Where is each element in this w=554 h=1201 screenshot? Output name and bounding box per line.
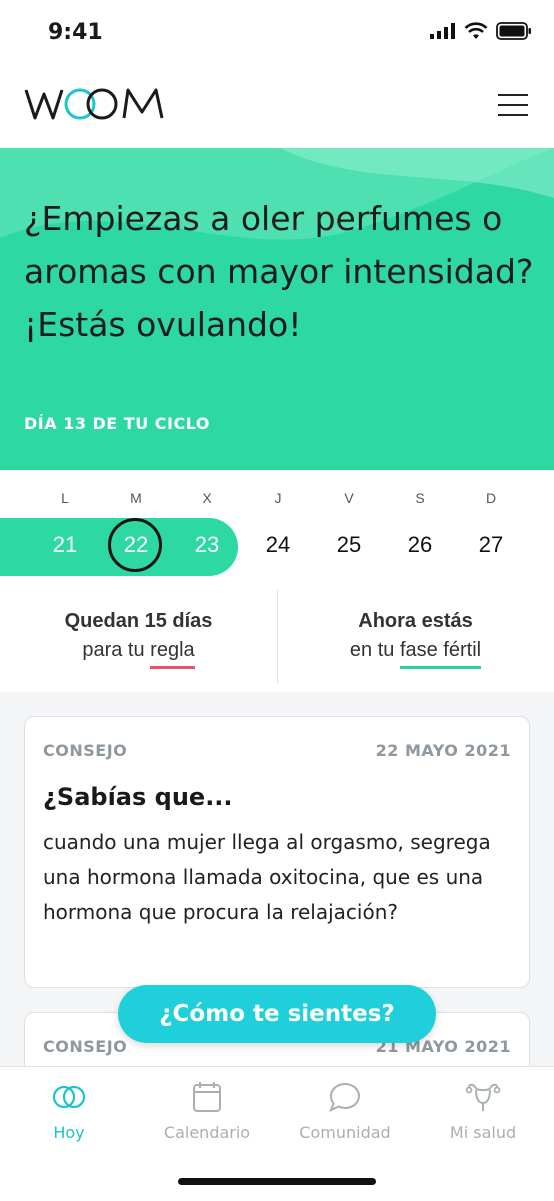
signal-icon bbox=[430, 23, 455, 39]
cycle-info: Quedan 15 días para tu regla Ahora estás… bbox=[0, 582, 554, 692]
tab-label: Hoy bbox=[53, 1123, 85, 1142]
status-time: 9:41 bbox=[48, 20, 103, 45]
card-tag: CONSEJO bbox=[43, 1037, 128, 1056]
app-header bbox=[0, 68, 554, 148]
period-link[interactable]: regla bbox=[150, 639, 195, 669]
tab-comunidad[interactable]: Comunidad bbox=[276, 1067, 414, 1167]
day-24[interactable]: 24 bbox=[253, 532, 303, 558]
tab-label: Mi salud bbox=[449, 1123, 517, 1142]
weekday-letter: L bbox=[61, 490, 69, 506]
day-27[interactable]: 27 bbox=[466, 532, 516, 558]
weekday-letter: M bbox=[130, 490, 142, 506]
menu-button[interactable] bbox=[498, 94, 528, 116]
day-23[interactable]: 23 bbox=[182, 532, 232, 558]
rings-icon bbox=[52, 1085, 86, 1109]
status-bar: 9:41 bbox=[0, 0, 554, 68]
tab-label: Comunidad bbox=[299, 1123, 391, 1142]
day-22-today[interactable]: 22 bbox=[111, 532, 161, 558]
hero-message: ¿Empiezas a oler perfumes o aromas con m… bbox=[24, 199, 534, 344]
how-do-you-feel-button[interactable]: ¿Cómo te sientes? bbox=[118, 985, 436, 1043]
card-title: ¿Sabías que... bbox=[43, 783, 233, 811]
tip-card[interactable]: CONSEJO 22 MAYO 2021 ¿Sabías que... cuan… bbox=[24, 716, 530, 988]
current-phase[interactable]: Ahora estás en tu fase fértil bbox=[277, 610, 554, 669]
wifi-icon bbox=[464, 22, 488, 39]
weekday-letter: S bbox=[415, 490, 425, 506]
weekday-letter: J bbox=[274, 490, 282, 506]
tab-mi-salud[interactable]: Mi salud bbox=[414, 1067, 552, 1167]
current-phase-title: Ahora estás bbox=[358, 610, 473, 632]
period-countdown-title: Quedan 15 días bbox=[64, 610, 213, 632]
battery-icon bbox=[496, 22, 531, 40]
uterus-icon bbox=[465, 1083, 501, 1111]
day-25[interactable]: 25 bbox=[324, 532, 374, 558]
calendar-icon bbox=[193, 1082, 221, 1112]
hero-banner: ¿Empiezas a oler perfumes o aromas con m… bbox=[0, 148, 554, 470]
card-tag: CONSEJO bbox=[43, 741, 128, 760]
hamburger-icon bbox=[498, 94, 528, 96]
period-countdown[interactable]: Quedan 15 días para tu regla bbox=[0, 610, 277, 669]
day-21[interactable]: 21 bbox=[40, 532, 90, 558]
home-indicator bbox=[178, 1178, 376, 1185]
card-date: 22 MAYO 2021 bbox=[375, 741, 511, 760]
weekday-letter: D bbox=[485, 490, 497, 506]
cycle-day-label: DÍA 13 DE TU CICLO bbox=[24, 414, 210, 433]
weekday-letter: X bbox=[202, 490, 212, 506]
card-body: cuando una mujer llega al orgasmo, segre… bbox=[43, 830, 491, 924]
day-26[interactable]: 26 bbox=[395, 532, 445, 558]
tab-label: Calendario bbox=[163, 1123, 251, 1142]
woom-logo bbox=[24, 84, 166, 129]
fertile-phase-link[interactable]: fase fértil bbox=[399, 639, 482, 669]
weekday-letter: V bbox=[344, 490, 354, 506]
week-strip: L M X J V S D 21 22 23 24 25 26 27 bbox=[0, 470, 554, 582]
tab-calendario[interactable]: Calendario bbox=[138, 1067, 276, 1167]
chat-bubble-icon bbox=[329, 1082, 361, 1112]
tab-hoy[interactable]: Hoy bbox=[0, 1067, 138, 1167]
